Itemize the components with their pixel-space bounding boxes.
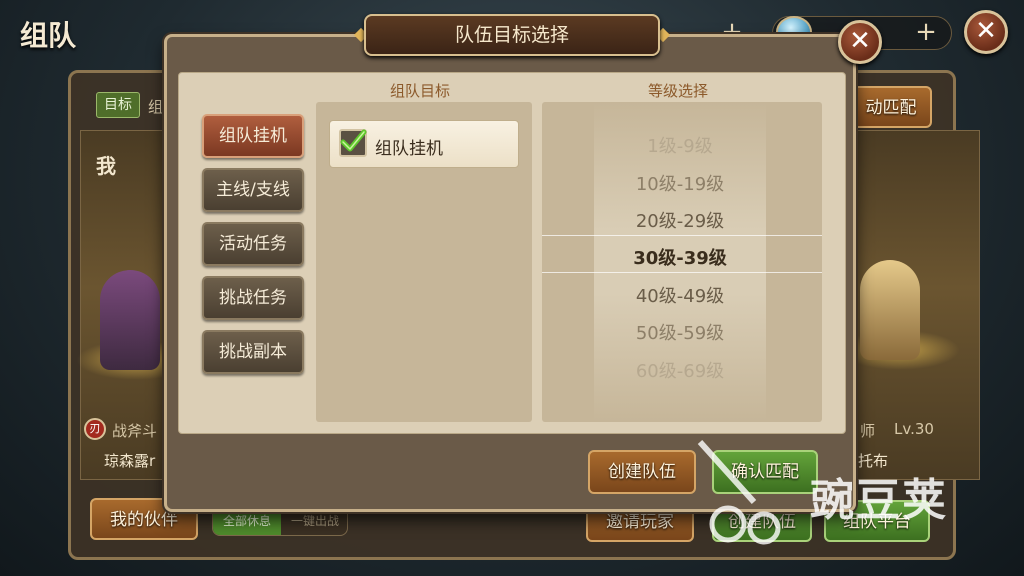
page-title: 组队 [20,19,77,52]
goal-text: 组 [148,98,164,116]
level-option[interactable]: 20级-29级 [594,207,766,233]
category-challenge-dungeon[interactable]: 挑战副本 [202,330,304,374]
goal-item-label: 组队挂机 [375,139,443,159]
dialog-close-button[interactable]: ✕ [838,20,882,64]
category-challenge-task[interactable]: 挑战任务 [202,276,304,320]
goal-tag: 目标 [96,92,140,118]
player-name-self: 琼森露r [104,452,156,470]
dialog-title: 队伍目标选择 [364,14,660,56]
self-label: 我 [96,154,116,178]
axe-class-icon: 刃 [84,418,106,440]
level-selection-line-bottom [542,272,822,273]
level-selection-line-top [542,235,822,236]
level-option[interactable]: 50级-59级 [594,319,766,345]
category-team-idle[interactable]: 组队挂机 [202,114,304,158]
level-option[interactable]: 1级-9级 [594,132,766,158]
goal-checkbox[interactable] [339,129,367,157]
category-main-side-quest[interactable]: 主线/支线 [202,168,304,212]
category-event-task[interactable]: 活动任务 [202,222,304,266]
create-team-button[interactable]: 创建队伍 [588,450,696,494]
level-option[interactable]: 10级-19级 [594,170,766,196]
watermark-text: 豌豆荚 [810,475,948,526]
level-option[interactable]: 40级-49级 [594,282,766,308]
add-currency-plus-icon[interactable]: + [906,16,946,48]
hero-avatar-teammate [860,260,920,360]
checkmark-icon [340,129,367,152]
class-name-self: 战斧斗 [112,422,158,440]
auto-match-button[interactable]: 动匹配 [850,86,932,128]
page-close-button[interactable]: ✕ [964,10,1008,54]
hero-avatar-self [100,270,160,370]
level-column-title: 等级选择 [648,82,709,100]
goal-column-title: 组队目标 [390,82,451,100]
level-option[interactable]: 60级-69级 [594,357,766,383]
level-option-selected[interactable]: 30级-39级 [594,244,766,270]
